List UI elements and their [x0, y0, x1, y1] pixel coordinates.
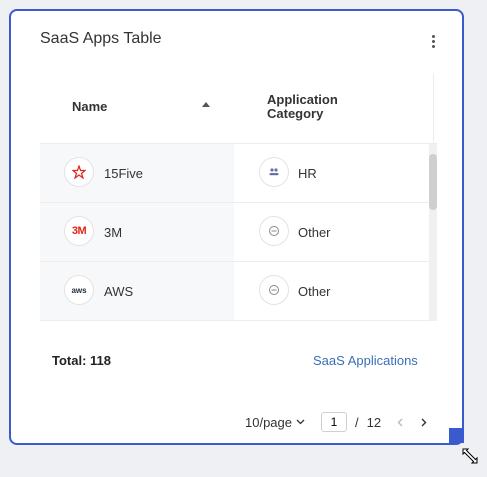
table-scrollbar[interactable]: [429, 144, 437, 321]
chevron-right-icon[interactable]: [417, 415, 431, 430]
sort-ascending-icon[interactable]: [202, 102, 210, 107]
more-vertical-icon[interactable]: [421, 29, 445, 53]
category-name: Other: [298, 225, 331, 240]
saas-applications-link[interactable]: SaaS Applications: [313, 353, 418, 368]
table-row[interactable]: 15Five HR: [40, 144, 429, 203]
page-size-label: 10/page: [245, 414, 292, 430]
scrollbar-thumb[interactable]: [429, 154, 437, 210]
3m-logo-icon: 3M: [64, 216, 94, 246]
logo-text: aws: [71, 285, 87, 295]
people-icon: [259, 157, 289, 187]
table-header: Name Application Category: [40, 73, 437, 144]
saas-apps-widget: SaaS Apps Table Name Application Categor…: [9, 9, 464, 445]
page-separator: /: [355, 414, 359, 430]
category-name: HR: [298, 166, 317, 181]
page-number-input[interactable]: [321, 412, 347, 432]
pagination: 10/page / 12: [245, 411, 431, 433]
saas-apps-table: Name Application Category 15Five HR 3M 3…: [40, 73, 437, 321]
app-name: 3M: [104, 225, 123, 240]
app-name: 15Five: [104, 166, 144, 181]
name-cell: aws AWS: [40, 262, 234, 320]
total-count: Total: 118: [52, 353, 112, 368]
chevron-left-icon[interactable]: [393, 415, 407, 430]
resize-cursor-icon: [462, 448, 478, 464]
category-cell: Other: [234, 203, 429, 261]
page-size-select[interactable]: 10/page: [245, 415, 305, 430]
column-divider: [433, 73, 434, 143]
minus-circle-icon: [259, 275, 289, 305]
app-name: AWS: [104, 284, 134, 299]
table-row[interactable]: aws AWS Other: [40, 262, 429, 321]
widget-title: SaaS Apps Table: [40, 30, 162, 47]
minus-circle-icon: [259, 216, 289, 246]
logo-text: 3M: [71, 225, 87, 237]
name-cell: 15Five: [40, 144, 234, 202]
category-cell: HR: [234, 144, 429, 202]
table-row[interactable]: 3M 3M Other: [40, 203, 429, 262]
chevron-down-icon: [296, 419, 305, 425]
table-body: 15Five HR 3M 3M Other aws AWS Other: [40, 144, 429, 321]
name-cell: 3M 3M: [40, 203, 234, 261]
15five-logo-icon: [64, 157, 94, 187]
aws-logo-icon: aws: [64, 275, 94, 305]
column-header-name[interactable]: Name: [72, 99, 107, 114]
category-name: Other: [298, 284, 331, 299]
category-cell: Other: [234, 262, 429, 320]
column-header-category[interactable]: Application Category: [267, 93, 377, 121]
resize-handle[interactable]: [449, 428, 464, 443]
total-pages: 12: [366, 414, 382, 430]
